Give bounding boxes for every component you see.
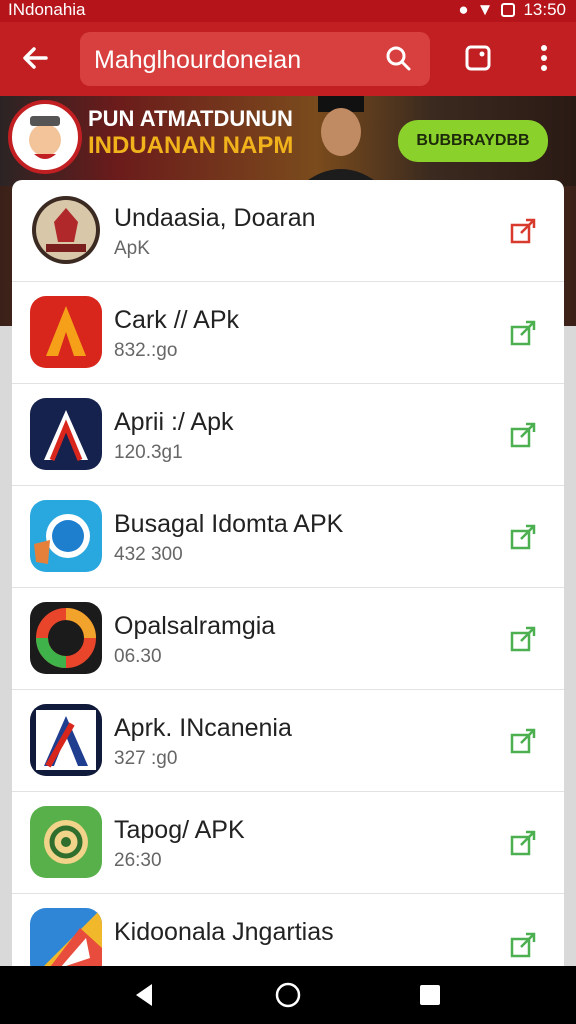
app-meta: 432 300: [114, 544, 183, 565]
nav-back-icon[interactable]: [130, 980, 160, 1010]
app-name: Aprk. INcanenia: [114, 714, 292, 742]
search-query: Mahglhourdoneian: [94, 46, 302, 74]
banner-subtitle: INDUANAN NAPM: [88, 132, 294, 159]
back-arrow-icon[interactable]: [16, 38, 56, 78]
search-field[interactable]: Mahglhourdoneian: [80, 32, 430, 86]
nav-recents-icon[interactable]: [415, 980, 445, 1010]
emblem-icon: [30, 194, 102, 266]
apk-list: Undaasia, Doaran ApK Cark // APk 832.:go…: [12, 180, 564, 996]
list-item[interactable]: Opalsalramgia 06.30: [12, 588, 564, 690]
mascot-logo-icon: [8, 100, 82, 174]
open-external-icon[interactable]: [508, 828, 538, 858]
system-nav-bar: [0, 966, 576, 1024]
app-name: Undaasia, Doaran: [114, 204, 316, 232]
battery-icon: [501, 3, 516, 17]
open-external-icon[interactable]: [508, 726, 538, 756]
open-external-icon[interactable]: [508, 930, 538, 960]
app-bar: Mahglhourdoneian: [0, 22, 576, 96]
app-name: Aprii :/ Apk: [114, 408, 234, 436]
app-meta: 327 :g0: [114, 748, 178, 769]
app-meta: ApK: [114, 238, 150, 259]
location-icon: ●: [458, 0, 469, 19]
open-external-icon[interactable]: [508, 420, 538, 450]
app-name: Busagal Idomta APK: [114, 510, 344, 538]
clock: 13:50: [523, 0, 566, 19]
open-external-icon[interactable]: [508, 216, 538, 246]
app-name: Kidoonala Jngartias: [114, 918, 334, 946]
open-external-icon[interactable]: [508, 624, 538, 654]
wifi-icon: ▼: [476, 0, 494, 19]
blue-badge-icon: [30, 500, 102, 572]
list-item[interactable]: Aprk. INcanenia 327 :g0: [12, 690, 564, 792]
cast-icon[interactable]: [458, 38, 498, 78]
app-meta: 26:30: [114, 850, 162, 871]
list-item[interactable]: Aprii :/ Apk 120.3g1: [12, 384, 564, 486]
green-target-icon: [30, 806, 102, 878]
banner-cta-button[interactable]: BUBBRAYDBB: [398, 120, 548, 162]
list-item[interactable]: Tapog/ APK 26:30: [12, 792, 564, 894]
app-name: Cark // APk: [114, 306, 240, 334]
search-icon[interactable]: [384, 44, 414, 74]
status-bar: INdonahia ● ▼ 13:50: [0, 0, 576, 22]
nav-home-icon[interactable]: [273, 980, 303, 1010]
app-name: Tapog/ APK: [114, 816, 245, 844]
navy-a-icon: [30, 398, 102, 470]
app-meta: 120.3g1: [114, 442, 183, 463]
banner-title: PUN ATMATDUNUN: [88, 106, 293, 131]
list-item[interactable]: Busagal Idomta APK 432 300: [12, 486, 564, 588]
open-external-icon[interactable]: [508, 318, 538, 348]
app-meta: 832.:go: [114, 340, 178, 361]
more-options-icon[interactable]: [524, 38, 564, 78]
list-item[interactable]: Undaasia, Doaran ApK: [12, 180, 564, 282]
open-external-icon[interactable]: [508, 522, 538, 552]
app-name: Opalsalramgia: [114, 612, 276, 640]
navy-a-icon: [30, 704, 102, 776]
promo-banner[interactable]: PUN ATMATDUNUN INDUANAN NAPM BUBBRAYDBB: [0, 96, 576, 186]
person-photo: [300, 96, 382, 186]
carrier-label: INdonahia: [8, 0, 86, 19]
red-orange-a-icon: [30, 296, 102, 368]
colorful-ring-icon: [30, 602, 102, 674]
app-meta: 06.30: [114, 646, 162, 667]
list-item[interactable]: Cark // APk 832.:go: [12, 282, 564, 384]
